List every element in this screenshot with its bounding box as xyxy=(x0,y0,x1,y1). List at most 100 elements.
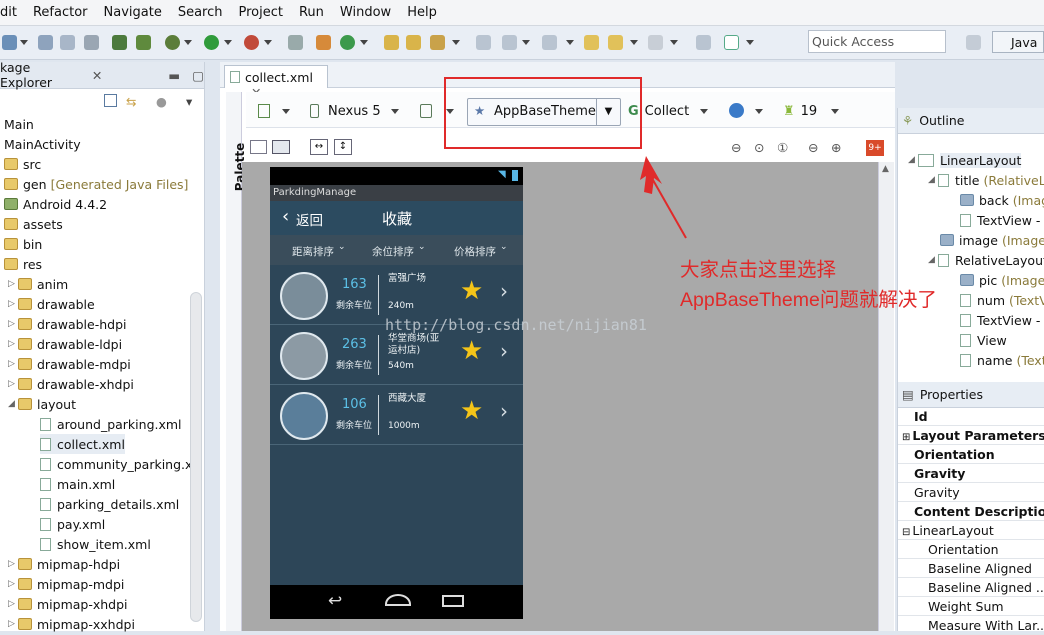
dropdown-arrow-icon[interactable] xyxy=(20,40,28,45)
save-icon[interactable] xyxy=(38,35,53,50)
expand-box-icon[interactable]: ⊞ xyxy=(902,432,910,443)
outline-item[interactable]: TextView - xyxy=(960,310,1040,330)
property-row[interactable]: Id xyxy=(898,407,1044,426)
expand-arrow-icon[interactable]: ▷ xyxy=(8,559,18,569)
tree-item[interactable]: ▷ drawable xyxy=(8,294,95,314)
properties-header[interactable]: ▤ Properties xyxy=(898,382,1044,408)
checkbox-task-icon[interactable] xyxy=(724,35,739,50)
outline-item[interactable]: image(ImageV xyxy=(940,230,1044,250)
menu-search[interactable]: Search xyxy=(170,5,231,20)
collapse-box-icon[interactable]: ⊟ xyxy=(902,527,910,538)
chevron-right-icon[interactable]: › xyxy=(500,279,508,303)
expand-arrow-icon[interactable]: ▷ xyxy=(8,599,18,609)
sort-price[interactable]: 价格排序 xyxy=(454,244,496,259)
property-row[interactable]: ⊞ Layout Parameters xyxy=(898,426,1044,445)
parking-list-item[interactable]: 263 剩余车位 华堂商场(亚运村店) 540m ★ › xyxy=(270,327,523,385)
tree-item[interactable]: ◢ layout xyxy=(8,394,76,414)
outline-item[interactable]: ◢ title(RelativeLa xyxy=(928,170,1044,190)
sdk-manager-icon[interactable] xyxy=(136,35,151,50)
dropdown-arrow-icon[interactable] xyxy=(755,109,763,114)
zoom-100-icon[interactable]: ① xyxy=(777,140,788,155)
collapse-arrow-icon[interactable]: ◢ xyxy=(908,155,918,165)
expand-arrow-icon[interactable]: ▷ xyxy=(8,359,18,369)
forward-icon[interactable] xyxy=(648,35,663,50)
next-annotation-icon[interactable] xyxy=(502,35,517,50)
pin-icon[interactable] xyxy=(696,35,711,50)
chevron-right-icon[interactable]: › xyxy=(500,339,508,363)
expand-arrow-icon[interactable]: ▷ xyxy=(8,619,18,629)
expand-arrow-icon[interactable]: ▷ xyxy=(8,579,18,589)
new-class-icon[interactable] xyxy=(340,35,355,50)
tree-item[interactable]: ▷ anim xyxy=(8,274,68,294)
filter-icon[interactable]: ● xyxy=(156,94,167,109)
new-icon[interactable] xyxy=(2,35,17,50)
outline-item[interactable]: pic (Image xyxy=(960,270,1044,290)
dropdown-arrow-icon[interactable] xyxy=(522,40,530,45)
menu-project[interactable]: Project xyxy=(231,5,291,20)
property-row[interactable]: Gravity xyxy=(898,464,1044,483)
last-edit-icon[interactable] xyxy=(584,35,599,50)
outline-item[interactable]: TextView - xyxy=(960,210,1040,230)
tree-item[interactable]: ▷ mipmap-hdpi xyxy=(8,554,120,574)
tree-item[interactable]: src xyxy=(4,154,41,174)
tree-item[interactable]: bin xyxy=(4,234,42,254)
layout-mode-icon[interactable] xyxy=(250,140,267,154)
fill-width-icon[interactable]: ↔ xyxy=(310,139,328,155)
dropdown-arrow-icon[interactable] xyxy=(452,40,460,45)
sort-distance[interactable]: 距离排序 xyxy=(292,244,334,259)
tree-item[interactable]: assets xyxy=(4,214,63,234)
tree-item[interactable]: gen [Generated Java Files] xyxy=(4,174,188,194)
collapse-all-icon[interactable] xyxy=(104,94,117,107)
tree-item[interactable]: MainActivity xyxy=(4,134,81,154)
menu-refactor[interactable]: Refactor xyxy=(25,5,96,20)
minimize-icon[interactable]: ▬ xyxy=(168,68,180,83)
locale-globe-icon[interactable] xyxy=(729,103,744,118)
outline-item[interactable]: ◢ LinearLayout xyxy=(908,150,1022,170)
debug-icon[interactable] xyxy=(165,35,180,50)
api-level-dropdown[interactable]: ♜ 19 xyxy=(783,98,817,124)
external-tools-icon[interactable] xyxy=(244,35,259,50)
expand-arrow-icon[interactable]: ▷ xyxy=(8,319,18,329)
dropdown-arrow-icon[interactable] xyxy=(831,109,839,114)
tree-item[interactable]: around_parking.xml xyxy=(40,414,182,434)
run-icon[interactable] xyxy=(204,35,219,50)
maximize-icon[interactable]: ▢ xyxy=(192,68,204,83)
menu-edit[interactable]: dit xyxy=(0,5,25,20)
open-perspective-icon[interactable] xyxy=(966,35,981,50)
dropdown-arrow-icon[interactable] xyxy=(184,40,192,45)
quick-access-input[interactable]: Quick Access xyxy=(808,30,946,53)
zoom-out-icon[interactable]: ⊖ xyxy=(808,140,818,155)
explorer-scrollbar[interactable] xyxy=(190,292,202,622)
skip-breakpoints-icon[interactable] xyxy=(288,35,303,50)
favorite-star-icon[interactable]: ★ xyxy=(460,396,483,426)
zoom-to-fit-icon[interactable]: ⊖ xyxy=(731,140,741,155)
menu-help[interactable]: Help xyxy=(399,5,445,20)
parking-list-item[interactable]: 106 剩余车位 西藏大厦 1000m ★ › xyxy=(270,387,523,445)
property-row[interactable]: Orientation xyxy=(898,540,1044,559)
tree-item[interactable]: ▷ drawable-xhdpi xyxy=(8,374,134,394)
device-dropdown[interactable]: Nexus 5 xyxy=(310,98,381,124)
expand-arrow-icon[interactable]: ▷ xyxy=(8,379,18,389)
tab-collect-xml[interactable]: collect.xml ✕ xyxy=(224,65,328,100)
tree-item[interactable]: ▷ mipmap-xhdpi xyxy=(8,594,128,614)
tree-item[interactable]: Main xyxy=(4,114,34,134)
menu-window[interactable]: Window xyxy=(332,5,399,20)
prev-annotation-icon[interactable] xyxy=(542,35,557,50)
layout-list-icon[interactable] xyxy=(272,140,290,154)
outline-item[interactable]: num (TextV xyxy=(960,290,1044,310)
tree-item[interactable]: pay.xml xyxy=(40,514,105,534)
menu-run[interactable]: Run xyxy=(291,5,332,20)
collapse-arrow-icon[interactable]: ◢ xyxy=(928,175,938,185)
view-menu-icon[interactable]: ▾ xyxy=(186,94,192,109)
link-editor-icon[interactable]: ⇆ xyxy=(126,94,136,109)
error-badge[interactable]: 9+ xyxy=(866,140,884,156)
tree-item[interactable]: ▷ drawable-hdpi xyxy=(8,314,127,334)
property-row[interactable]: Orientation xyxy=(898,445,1044,464)
open-type-icon[interactable] xyxy=(384,35,399,50)
expand-arrow-icon[interactable]: ▷ xyxy=(8,279,18,289)
chevron-right-icon[interactable]: › xyxy=(500,399,508,423)
expand-arrow-icon[interactable]: ▷ xyxy=(8,299,18,309)
zoom-real-size-icon[interactable]: ⊙ xyxy=(754,140,764,155)
nav-back-icon[interactable]: ↩ xyxy=(328,591,342,611)
back-chevron-icon[interactable]: ‹ xyxy=(282,206,289,227)
